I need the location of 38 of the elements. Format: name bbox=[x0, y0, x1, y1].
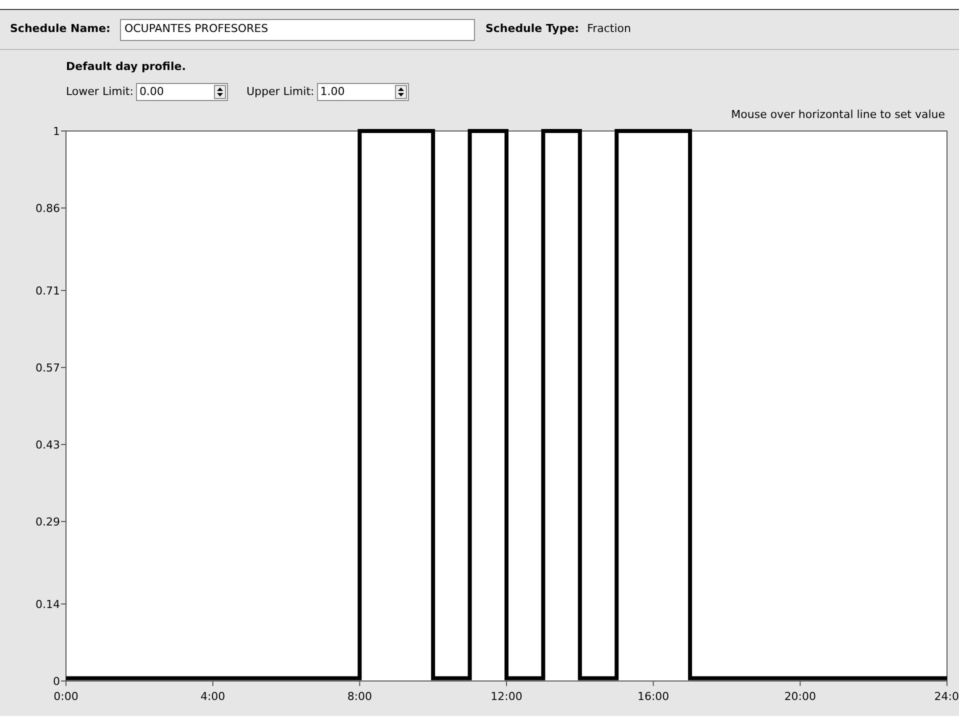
x-tick-label: 16:00 bbox=[637, 690, 670, 703]
schedule-name-field[interactable]: OCUPANTES PROFESORES bbox=[120, 18, 476, 40]
spin-arrows-icon[interactable] bbox=[395, 85, 408, 99]
tick-mark bbox=[60, 290, 66, 291]
tick-mark bbox=[946, 680, 948, 686]
x-tick-label: 4:00 bbox=[200, 690, 226, 703]
field-label: Schedule Name: bbox=[10, 21, 110, 38]
y-tick-label: 0 bbox=[53, 675, 60, 688]
schedule-type-value: Fraction bbox=[587, 21, 631, 38]
section-title: Default day profile. bbox=[66, 60, 186, 73]
tick-mark bbox=[359, 680, 360, 686]
hint-text: Mouse over horizontal line to set value bbox=[731, 106, 945, 122]
x-tick-label: 24:0 bbox=[934, 690, 959, 703]
tick-mark bbox=[60, 444, 66, 445]
tick-mark bbox=[60, 367, 66, 368]
tick-mark bbox=[652, 680, 654, 686]
tick-mark bbox=[60, 130, 66, 132]
y-tick-label: 0.43 bbox=[36, 438, 60, 452]
y-tick-label: 0.14 bbox=[36, 598, 60, 611]
spin-arrows-icon[interactable] bbox=[214, 85, 226, 99]
limit-spinner[interactable]: 1.00 bbox=[317, 83, 410, 101]
tick-mark bbox=[800, 680, 801, 686]
limit-label: Upper Limit: bbox=[246, 84, 314, 100]
y-tick-label: 0.29 bbox=[36, 516, 60, 528]
x-tick-label: 0:00 bbox=[54, 690, 78, 703]
limit-label: Lower Limit: bbox=[66, 84, 134, 100]
x-tick-label: 8:00 bbox=[347, 690, 372, 703]
tick-mark bbox=[212, 680, 214, 686]
tick-mark bbox=[506, 680, 507, 686]
field-label: Schedule Type: bbox=[485, 21, 580, 38]
x-tick-label: 20:00 bbox=[784, 690, 816, 703]
x-tick-label: 12:00 bbox=[490, 690, 522, 703]
limit-spinner[interactable]: 0.00 bbox=[136, 83, 228, 101]
y-tick-label: 1 bbox=[53, 125, 60, 138]
y-tick-label: 0.57 bbox=[36, 362, 60, 374]
tick-mark bbox=[60, 521, 66, 522]
y-tick-label: 0.71 bbox=[36, 284, 60, 298]
y-tick-label: 0.86 bbox=[36, 202, 60, 215]
